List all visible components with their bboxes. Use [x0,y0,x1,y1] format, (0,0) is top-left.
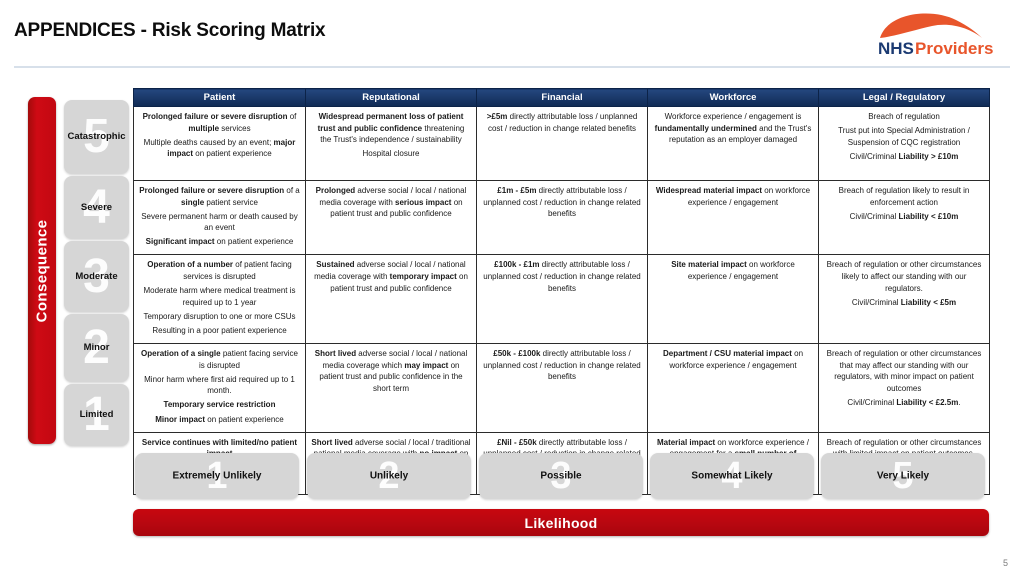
column-header-reputational: Reputational [305,88,477,107]
cell-moderate-reputational: Sustained adverse social / local / natio… [305,254,477,345]
column-header-patient: Patient [133,88,306,107]
likelihood-label-3: Possible [540,470,582,482]
cell-moderate-financial: £100k - £1m directly attributable loss /… [476,254,648,345]
cell-minor-financial: £50k - £100k directly attributable loss … [476,343,648,433]
cell-catastrophic-reputational: Widespread permanent loss of patient tru… [305,106,477,181]
likelihood-axis-bar: Likelihood [133,509,989,536]
consequence-chip-3[interactable]: 3 Moderate [64,241,129,312]
consequence-label-2: Minor [83,341,110,353]
matrix-row-moderate: Operation of a number of patient facing … [133,254,990,345]
cell-severe-reputational: Prolonged adverse social / local / natio… [305,179,477,256]
column-header-financial: Financial [476,88,648,107]
matrix-header-row: Patient Reputational Financial Workforce… [133,88,990,107]
page-number: 5 [1002,558,1008,568]
cell-catastrophic-patient: Prolonged failure or severe disruption o… [133,106,306,181]
header-divider [14,66,1010,68]
consequence-chip-1[interactable]: 1 Limited [64,384,129,446]
cell-catastrophic-workforce: Workforce experience / engagement is fun… [647,106,819,181]
cell-catastrophic-legal: Breach of regulation Trust put into Speci… [818,106,990,181]
matrix-row-catastrophic: Prolonged failure or severe disruption o… [133,106,990,181]
consequence-chip-2[interactable]: 2 Minor [64,314,129,382]
cell-severe-workforce: Widespread material impact on workforce … [647,179,819,256]
cell-moderate-legal: Breach of regulation or other circumstan… [818,254,990,345]
nhs-providers-logo: NHS Providers [870,8,1006,60]
likelihood-chip-3[interactable]: 3 Possible [479,453,643,499]
page-title: APPENDICES - Risk Scoring Matrix [14,20,326,41]
cell-severe-patient: Prolonged failure or severe disruption o… [133,179,306,256]
consequence-axis-bar: Consequence [28,97,56,444]
cell-minor-workforce: Department / CSU material impact on work… [647,343,819,433]
cell-moderate-patient: Operation of a number of patient facing … [133,254,306,345]
consequence-label-1: Limited [79,408,114,420]
likelihood-chip-5[interactable]: 5 Very Likely [821,453,985,499]
cell-severe-financial: £1m - £5m directly attributable loss / u… [476,179,648,256]
cell-moderate-workforce: Site material impact on workforce experi… [647,254,819,345]
consequence-axis-label: Consequence [33,219,51,322]
consequence-label-5: Catastrophic [67,130,126,142]
logo-nhs-text: NHS [878,39,914,58]
column-header-legal: Legal / Regulatory [818,88,990,107]
consequence-chip-5[interactable]: 5 Catastrophic [64,100,129,174]
likelihood-chip-1[interactable]: 1 Extremely Unlikely [135,453,299,499]
cell-severe-legal: Breach of regulation likely to result in… [818,179,990,256]
likelihood-chip-2[interactable]: 2 Unlikely [307,453,471,499]
likelihood-chip-4[interactable]: 4 Somewhat Likely [650,453,814,499]
logo-providers-text: Providers [915,39,993,58]
column-header-workforce: Workforce [647,88,819,107]
cell-minor-reputational: Short lived adverse social / local / nat… [305,343,477,433]
consequence-label-3: Moderate [75,270,118,282]
matrix-row-severe: Prolonged failure or severe disruption o… [133,179,990,256]
likelihood-label-4: Somewhat Likely [691,470,773,482]
matrix-row-minor: Operation of a single patient facing ser… [133,343,990,433]
cell-minor-legal: Breach of regulation or other circumstan… [818,343,990,433]
consequence-label-4: Severe [80,201,113,213]
cell-minor-patient: Operation of a single patient facing ser… [133,343,306,433]
risk-scoring-matrix: Patient Reputational Financial Workforce… [133,88,990,495]
matrix-body: Prolonged failure or severe disruption o… [133,106,990,495]
slide-canvas: APPENDICES - Risk Scoring Matrix NHS Pro… [0,0,1024,576]
likelihood-label-1: Extremely Unlikely [172,470,262,482]
consequence-chip-4[interactable]: 4 Severe [64,176,129,239]
cell-catastrophic-financial: >£5m directly attributable loss / unplan… [476,106,648,181]
likelihood-axis-label: Likelihood [524,514,598,531]
likelihood-label-5: Very Likely [876,470,930,482]
likelihood-label-2: Unlikely [369,470,409,482]
